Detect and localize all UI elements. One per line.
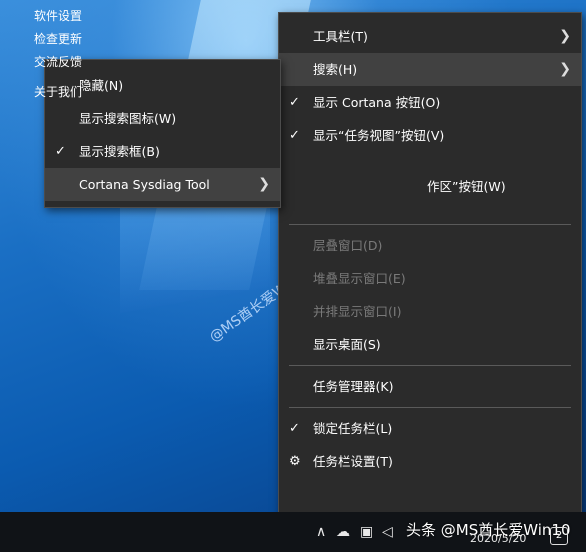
menu-item-cascade-windows: 层叠窗口(D) [279, 229, 581, 262]
checkmark-icon: ✓ [55, 144, 66, 159]
menu-item-task-manager[interactable]: 任务管理器(K) [279, 370, 581, 403]
menu-item-feedback[interactable]: 交流反馈 [2, 51, 160, 74]
menu-item-check-updates[interactable]: 检查更新 [2, 28, 160, 51]
sysdiag-tool-submenu: 软件设置 检查更新 交流反馈 关于我们 [0, 0, 162, 106]
menu-separator [289, 365, 571, 366]
menu-item-label: 显示搜索图标(W) [79, 111, 177, 126]
menu-item-toolbars[interactable]: 工具栏(T) ❯ [279, 20, 581, 53]
gear-icon: ⚙ [289, 454, 301, 469]
chevron-right-icon: ❯ [559, 28, 571, 44]
menu-item-stack-windows: 堆叠显示窗口(E) [279, 262, 581, 295]
menu-item-label: 任务管理器(K) [313, 379, 394, 394]
chevron-up-icon[interactable]: ∧ [316, 524, 326, 540]
menu-item-show-desktop[interactable]: 显示桌面(S) [279, 328, 581, 361]
clock-date[interactable]: 2020/5/20 [470, 532, 526, 545]
checkmark-icon: ✓ [289, 128, 300, 143]
menu-item-show-search-icon[interactable]: 显示搜索图标(W) [45, 102, 280, 135]
menu-item-label: 作区”按钮(W) [427, 179, 506, 194]
menu-item-side-by-side-windows: 并排显示窗口(I) [279, 295, 581, 328]
menu-item-label: Cortana Sysdiag Tool [79, 177, 210, 192]
menu-item-lock-taskbar[interactable]: ✓ 锁定任务栏(L) [279, 412, 581, 445]
menu-item-label: 工具栏(T) [313, 29, 368, 44]
taskbar-context-menu: 工具栏(T) ❯ 搜索(H) ❯ ✓ 显示 Cortana 按钮(O) ✓ 显示… [278, 12, 582, 527]
notification-center-icon[interactable]: 2 [550, 527, 568, 545]
checkmark-icon: ✓ [289, 421, 300, 436]
menu-item-show-task-view-button[interactable]: ✓ 显示“任务视图”按钮(V) [279, 119, 581, 152]
menu-separator [289, 407, 571, 408]
network-icon[interactable]: ▣ [360, 524, 373, 540]
menu-item-cortana-sysdiag-tool[interactable]: Cortana Sysdiag Tool ❯ [45, 168, 280, 201]
menu-item-label: 搜索(H) [313, 62, 358, 77]
menu-separator [289, 224, 571, 225]
checkmark-icon: ✓ [289, 95, 300, 110]
menu-item-search[interactable]: 搜索(H) ❯ [279, 53, 581, 86]
menu-item-label: 任务栏设置(T) [313, 454, 393, 469]
menu-item-show-workspace-button[interactable]: 作区”按钮(W) [279, 170, 581, 203]
menu-item-label: 锁定任务栏(L) [313, 421, 393, 436]
menu-item-taskbar-settings[interactable]: ⚙ 任务栏设置(T) [279, 445, 581, 478]
volume-icon[interactable]: ◁ [382, 524, 393, 540]
menu-item-label: 层叠窗口(D) [313, 238, 383, 253]
chevron-right-icon: ❯ [258, 176, 270, 192]
menu-item-about-us[interactable]: 关于我们 [2, 81, 160, 104]
menu-item-show-cortana-button[interactable]: ✓ 显示 Cortana 按钮(O) [279, 86, 581, 119]
menu-item-show-search-box[interactable]: ✓ 显示搜索框(B) [45, 135, 280, 168]
menu-item-label: 显示搜索框(B) [79, 144, 160, 159]
menu-item-label: 显示 Cortana 按钮(O) [313, 95, 441, 110]
menu-item-label: 显示桌面(S) [313, 337, 381, 352]
menu-item-label: 显示“任务视图”按钮(V) [313, 128, 445, 143]
cloud-icon[interactable]: ☁ [336, 524, 350, 540]
chevron-right-icon: ❯ [559, 61, 571, 77]
menu-item-label: 堆叠显示窗口(E) [313, 271, 406, 286]
menu-item-label: 并排显示窗口(I) [313, 304, 402, 319]
menu-item-software-settings[interactable]: 软件设置 [2, 5, 160, 28]
